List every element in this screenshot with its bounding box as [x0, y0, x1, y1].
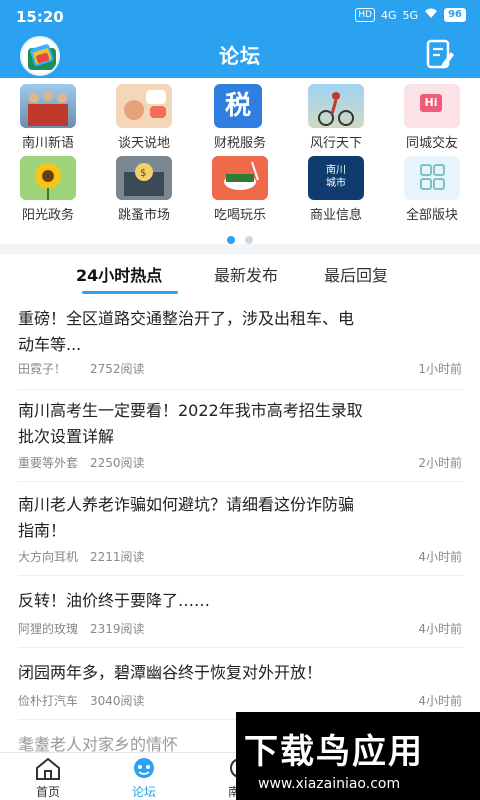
status-time: 15:20 [16, 8, 64, 26]
home-icon [36, 757, 60, 780]
watermark-title: 下载鸟应用 [244, 732, 424, 772]
category-label: 谈天说地 [117, 136, 170, 151]
hd-badge: HD [355, 8, 376, 22]
page-dot[interactable] [245, 236, 253, 244]
wifi-icon [424, 8, 438, 22]
post-author: 阿狸的玫瑰 [18, 622, 79, 636]
category-label: 南川新语 [21, 136, 74, 151]
category-label: 财税服务 [213, 136, 266, 151]
post-reads: 2250阅读 [90, 456, 145, 470]
category-tiaozao-shichang[interactable]: $ 跳蚤市场 [96, 154, 192, 226]
network-4g: 4G [381, 8, 397, 22]
compose-icon [426, 39, 454, 69]
post-author: 田霓子！ [18, 362, 67, 376]
compose-button[interactable] [424, 38, 456, 70]
post-author: 俭朴打汽车 [18, 694, 79, 708]
category-tantian-shuodi[interactable]: 谈天说地 [96, 82, 192, 154]
category-label: 商业信息 [309, 208, 362, 223]
category-nanchuan-xinyu[interactable]: 南川新语 [0, 82, 96, 154]
market-photo-icon: $ [116, 156, 172, 200]
top-bar: 15:20 HD 4G 5G 96 论坛 [0, 0, 480, 78]
tab-last-reply[interactable]: 最后回复 [324, 262, 388, 286]
tax-icon: 税 [214, 84, 262, 128]
status-indicators: HD 4G 5G 96 [355, 8, 466, 22]
tab-24h-hot[interactable]: 24小时热点 [76, 262, 162, 286]
category-tongcheng-jiaoyou[interactable]: Hi 同城交友 [384, 82, 480, 154]
status-bar: 15:20 HD 4G 5G 96 [0, 0, 480, 30]
post-title-line: 南川老人养老诈骗如何避坑？请细看这份诈防骗 [18, 495, 355, 514]
category-caishui-fuwu[interactable]: 税 财税服务 [192, 82, 288, 154]
forum-icon [134, 758, 154, 778]
post-reads: 2211阅读 [90, 550, 145, 564]
post-title-line: 反转！油价终于要降了…… [18, 591, 211, 610]
section-divider [0, 244, 480, 254]
category-shangye-xinxi[interactable]: 南川 城市 商业信息 [288, 154, 384, 226]
post-title-line: 闭园两年多，碧潭幽谷终于恢复对外开放！ [18, 663, 323, 682]
category-yangguang-zhengwu[interactable]: 阳光政务 [0, 154, 96, 226]
people-photo-icon [20, 84, 76, 128]
post-time: 4小时前 [418, 550, 462, 564]
nav-label: 首页 [35, 785, 60, 799]
category-label: 全部版块 [405, 208, 458, 223]
grid-icon [404, 156, 460, 200]
tab-active-indicator [82, 291, 178, 294]
post-item[interactable]: 南川老人养老诈骗如何避坑？请细看这份诈防骗 指南！ 大方向耳机 2211阅读 4… [18, 492, 464, 576]
post-item[interactable]: 重磅！全区道路交通整治开了，涉及出租车、电 动车等... 田霓子！ 2752阅读… [18, 306, 464, 390]
tab-latest[interactable]: 最新发布 [214, 262, 278, 286]
cycling-photo-icon [308, 84, 364, 128]
category-quanbu-bankuai[interactable]: 全部版块 [384, 154, 480, 226]
app-header: 论坛 [0, 30, 480, 78]
post-time: 2小时前 [418, 456, 462, 470]
watermark: 下载鸟应用 www.xiazainiao.com [236, 712, 480, 800]
post-item[interactable]: 反转！油价终于要降了…… 阿狸的玫瑰 2319阅读 4小时前 [18, 588, 464, 648]
post-reads: 2319阅读 [90, 622, 145, 636]
nav-label: 论坛 [131, 785, 156, 799]
category-fengxing-tianxia[interactable]: 风行天下 [288, 82, 384, 154]
nav-home[interactable]: 首页 [0, 753, 96, 800]
sunflower-icon [20, 156, 76, 200]
chat-photo-icon [116, 84, 172, 128]
category-label: 阳光政务 [21, 208, 74, 223]
post-time: 4小时前 [418, 694, 462, 708]
post-reads: 2752阅读 [90, 362, 145, 376]
city-icon: 南川 城市 [308, 156, 364, 200]
category-label: 风行天下 [309, 136, 362, 151]
post-time: 4小时前 [418, 622, 462, 636]
category-grid: 南川新语 谈天说地 税 财税服务 风行天下 Hi 同城交友 阳光政务 $ 跳蚤市… [0, 82, 480, 232]
post-time: 1小时前 [418, 362, 462, 376]
food-icon [212, 156, 268, 200]
post-item[interactable]: 闭园两年多，碧潭幽谷终于恢复对外开放！ 俭朴打汽车 3040阅读 4小时前 [18, 660, 464, 720]
post-title-line: 批次设置详解 [18, 427, 115, 446]
post-reads: 3040阅读 [90, 694, 145, 708]
watermark-url: www.xiazainiao.com [258, 776, 401, 792]
hi-photo-icon: Hi [404, 84, 460, 128]
post-author: 大方向耳机 [18, 550, 79, 564]
page-dot-active[interactable] [227, 236, 235, 244]
category-chihe-wanle[interactable]: 吃喝玩乐 [192, 154, 288, 226]
tab-bar: 24小时热点 最新发布 最后回复 [0, 254, 480, 298]
category-label: 跳蚤市场 [117, 208, 170, 223]
post-title-line: 指南！ [18, 521, 67, 540]
post-title-line: 重磅！全区道路交通整治开了，涉及出租车、电 [18, 309, 355, 328]
post-author: 重要等外套 [18, 456, 79, 470]
network-5g: 5G [402, 8, 419, 22]
category-label: 吃喝玩乐 [213, 208, 266, 223]
category-label: 同城交友 [405, 136, 458, 151]
svg-text:$: $ [140, 168, 146, 179]
battery-indicator: 96 [444, 8, 466, 22]
nav-forum[interactable]: 论坛 [96, 753, 192, 800]
post-title-line: 南川高考生一定要看！2022年我市高考招生录取 [18, 401, 363, 420]
post-title-line: 动车等... [18, 335, 82, 354]
page-title: 论坛 [219, 44, 261, 68]
post-item[interactable]: 南川高考生一定要看！2022年我市高考招生录取 批次设置详解 重要等外套 225… [18, 398, 464, 482]
